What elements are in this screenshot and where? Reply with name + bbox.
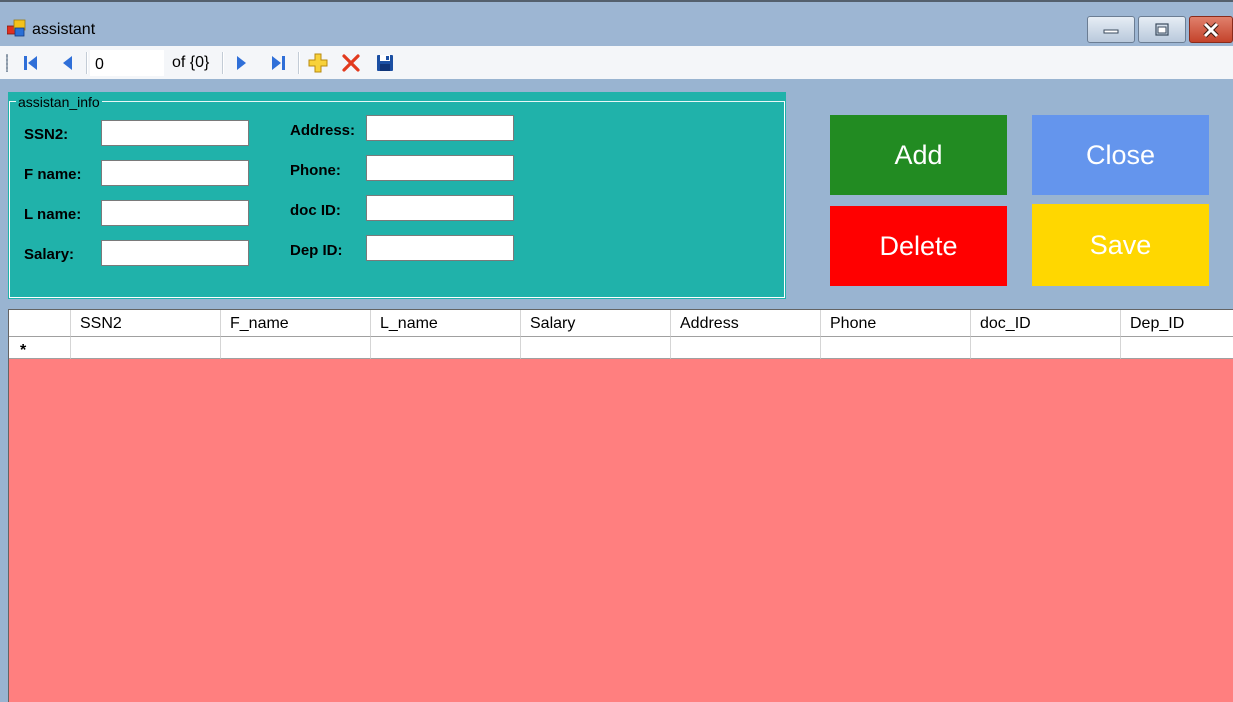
dep-id-label: Dep ID: — [290, 242, 343, 259]
grid-cell[interactable] — [671, 337, 821, 359]
save-icon[interactable] — [374, 52, 396, 74]
assistant-data-grid[interactable] — [8, 309, 1233, 702]
close-button[interactable]: Close — [1032, 115, 1209, 195]
column-header-lname[interactable]: L_name — [371, 310, 521, 337]
window-title: assistant — [32, 21, 96, 38]
grid-new-row[interactable]: * — [9, 337, 1233, 359]
salary-label: Salary: — [24, 246, 75, 263]
save-button[interactable]: Save — [1032, 204, 1209, 286]
restore-icon — [1155, 22, 1169, 36]
delete-icon[interactable] — [340, 52, 362, 74]
position-input[interactable] — [90, 50, 164, 76]
address-field[interactable] — [366, 115, 514, 141]
grid-cell[interactable] — [371, 337, 521, 359]
toolbar-grip[interactable] — [6, 54, 8, 72]
fname-label: F name: — [24, 166, 82, 183]
ssn2-field[interactable] — [101, 120, 249, 146]
maximize-button[interactable] — [1138, 16, 1186, 43]
app-icon — [7, 19, 26, 37]
grid-cell[interactable] — [1121, 337, 1233, 359]
grid-cell[interactable] — [521, 337, 671, 359]
column-header-ssn2[interactable]: SSN2 — [71, 310, 221, 337]
grid-cell[interactable] — [71, 337, 221, 359]
minimize-button[interactable] — [1087, 16, 1135, 43]
add-new-icon[interactable] — [307, 52, 329, 74]
close-window-button[interactable] — [1189, 16, 1233, 43]
move-previous-icon[interactable] — [56, 52, 78, 74]
column-header-doc-id[interactable]: doc_ID — [971, 310, 1121, 337]
assistant-window: assistant 0 of {0} assistan_info SSN2: F… — [0, 0, 1233, 702]
minimize-icon — [1103, 29, 1119, 33]
delete-button[interactable]: Delete — [830, 206, 1007, 286]
title-bar: assistant — [0, 2, 1233, 46]
grid-cell[interactable] — [221, 337, 371, 359]
toolbar-separator — [222, 52, 224, 74]
address-label: Address: — [290, 122, 356, 139]
column-header-fname[interactable]: F_name — [221, 310, 371, 337]
move-last-icon[interactable] — [267, 52, 289, 74]
grid-corner-header[interactable] — [9, 310, 71, 337]
move-next-icon[interactable] — [230, 52, 252, 74]
lname-label: L name: — [24, 206, 82, 223]
new-row-marker: * — [20, 342, 27, 359]
dep-id-field[interactable] — [366, 235, 514, 261]
column-header-address[interactable]: Address — [671, 310, 821, 337]
column-header-phone[interactable]: Phone — [821, 310, 971, 337]
groupbox-legend: assistan_info — [16, 94, 102, 110]
phone-label: Phone: — [290, 162, 341, 179]
ssn2-label: SSN2: — [24, 126, 69, 143]
add-button[interactable]: Add — [830, 115, 1007, 195]
toolbar-separator — [86, 52, 88, 74]
grid-cell[interactable] — [971, 337, 1121, 359]
fname-field[interactable] — [101, 160, 249, 186]
lname-field[interactable] — [101, 200, 249, 226]
count-label: of {0} — [172, 54, 210, 71]
doc-id-field[interactable] — [366, 195, 514, 221]
salary-field[interactable] — [101, 240, 249, 266]
close-icon — [1203, 21, 1219, 38]
move-first-icon[interactable] — [20, 52, 42, 74]
doc-id-label: doc ID: — [290, 202, 341, 219]
phone-field[interactable] — [366, 155, 514, 181]
row-header[interactable]: * — [9, 337, 71, 359]
column-header-salary[interactable]: Salary — [521, 310, 671, 337]
grid-header-row: SSN2 F_name L_name Salary Address Phone … — [9, 310, 1233, 337]
toolbar-separator — [298, 52, 300, 74]
column-header-dep-id[interactable]: Dep_ID — [1121, 310, 1233, 337]
grid-cell[interactable] — [821, 337, 971, 359]
